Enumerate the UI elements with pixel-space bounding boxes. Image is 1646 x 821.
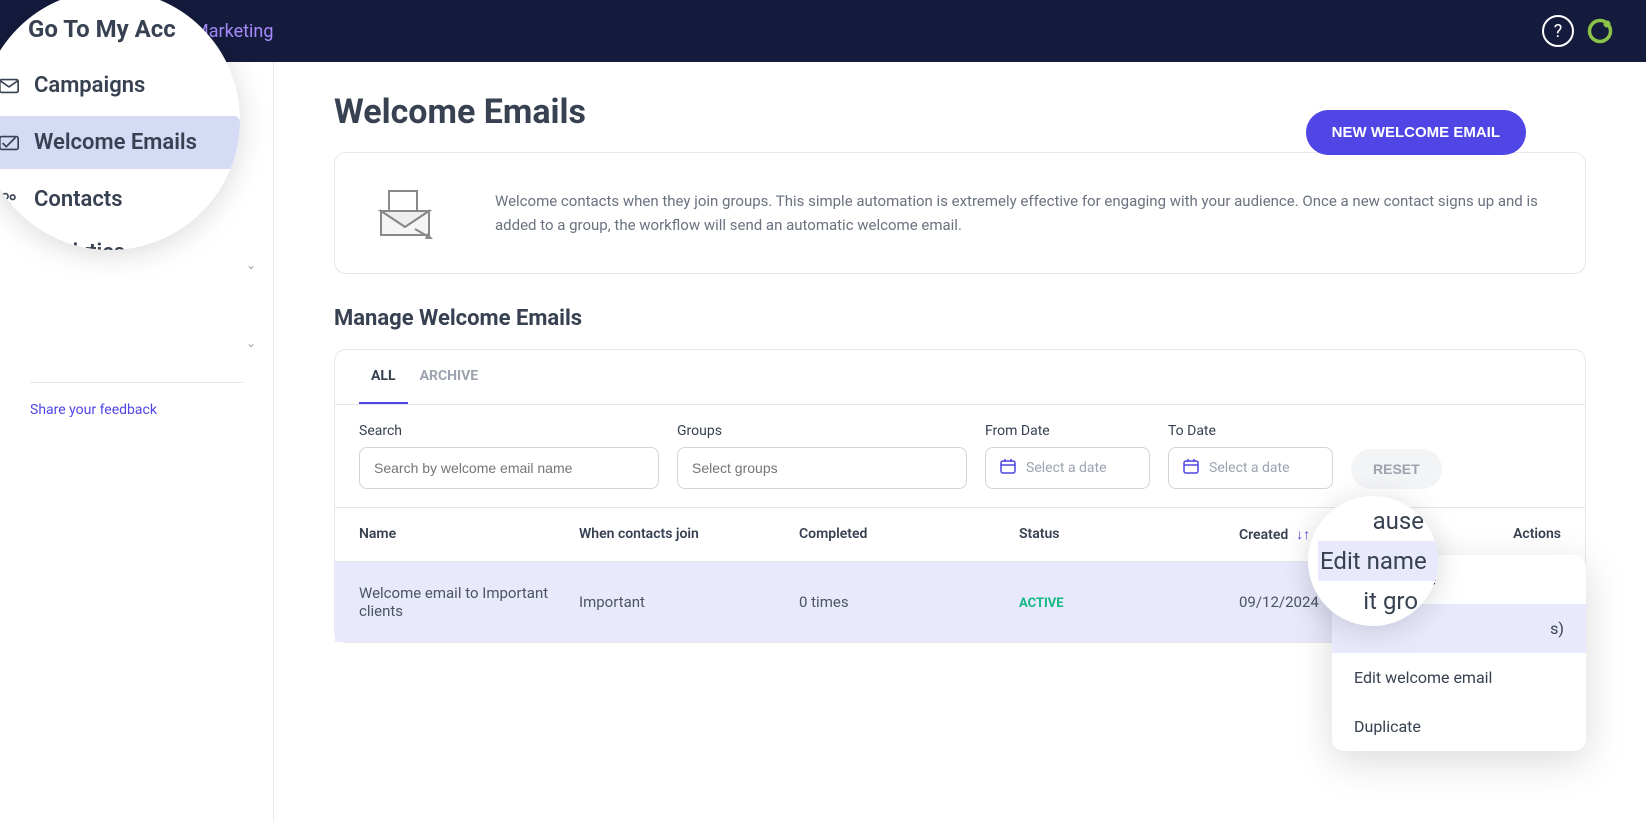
mag-back-label: Go To My Acc — [28, 15, 176, 43]
header-right: ? — [1542, 15, 1616, 47]
search-input[interactable] — [359, 447, 659, 489]
dropdown-edit-welcome-email[interactable]: Edit welcome email — [1332, 653, 1586, 702]
td-completed: 0 times — [799, 593, 1019, 611]
tab-archive[interactable]: ARCHIVE — [408, 350, 491, 404]
sidebar-item-label: Contacts — [34, 187, 123, 212]
new-welcome-email-button[interactable]: NEW WELCOME EMAIL — [1306, 110, 1526, 155]
section-title: Manage Welcome Emails — [334, 306, 1586, 331]
from-date-input[interactable]: Select a date — [985, 447, 1150, 489]
sidebar-item-label: Campaigns — [34, 73, 145, 98]
td-name: Welcome email to Important clients — [359, 584, 579, 620]
envelope-check-icon — [0, 132, 20, 154]
td-contacts-join: Important — [579, 593, 799, 611]
groups-filter-group: Groups — [677, 423, 967, 489]
to-date-input[interactable]: Select a date — [1168, 447, 1333, 489]
groups-select[interactable] — [677, 447, 967, 489]
divider — [30, 382, 243, 383]
to-date-placeholder: Select a date — [1209, 460, 1290, 476]
dropdown-duplicate[interactable]: Duplicate — [1332, 702, 1586, 751]
feedback-link[interactable]: Share your feedback — [30, 402, 157, 418]
search-filter-group: Search — [359, 423, 659, 489]
help-icon[interactable]: ? — [1542, 15, 1574, 47]
envelope-icon — [0, 75, 20, 97]
dropdown-magnifier: ause Edit name it gro — [1308, 496, 1438, 626]
th-actions: Actions — [1459, 526, 1561, 543]
th-created-label: Created — [1239, 527, 1288, 543]
chevron-down-icon[interactable]: ⌄ — [246, 258, 256, 272]
td-status: ACTIVE — [1019, 593, 1239, 611]
status-badge: ACTIVE — [1019, 596, 1064, 611]
calendar-icon — [1000, 458, 1016, 478]
to-date-filter-group: To Date Select a date — [1168, 423, 1333, 489]
envelope-send-icon — [375, 183, 435, 243]
brand-logo-icon — [1584, 15, 1616, 47]
search-label: Search — [359, 423, 659, 439]
tab-all[interactable]: ALL — [359, 350, 408, 404]
sidebar-item-welcome-emails[interactable]: Welcome Emails — [0, 116, 240, 169]
sidebar-item-label: Welcome Emails — [34, 130, 197, 155]
from-date-placeholder: Select a date — [1026, 460, 1107, 476]
info-card: Welcome contacts when they join groups. … — [334, 152, 1586, 274]
reset-button[interactable]: RESET — [1351, 449, 1442, 489]
tabs: ALL ARCHIVE — [335, 350, 1585, 405]
mag-edit-name: Edit name — [1318, 541, 1438, 581]
th-completed[interactable]: Completed — [799, 526, 1019, 543]
from-date-filter-group: From Date Select a date — [985, 423, 1150, 489]
sidebar-item-campaigns[interactable]: Campaigns — [0, 59, 240, 112]
info-text: Welcome contacts when they join groups. … — [495, 189, 1545, 237]
filters-row: Search Groups From Date Select a date — [335, 405, 1585, 507]
th-contacts-join[interactable]: When contacts join — [579, 526, 799, 543]
sort-icon: ↓↑ — [1296, 526, 1310, 543]
title-row: Welcome Emails NEW WELCOME EMAIL — [334, 92, 1586, 132]
chevron-down-icon[interactable]: ⌄ — [246, 336, 256, 350]
from-date-label: From Date — [985, 423, 1150, 439]
th-status[interactable]: Status — [1019, 526, 1239, 543]
th-name[interactable]: Name — [359, 526, 579, 543]
groups-label: Groups — [677, 423, 967, 439]
app-header: ail Marketing ? — [0, 0, 1646, 62]
calendar-icon — [1183, 458, 1199, 478]
to-date-label: To Date — [1168, 423, 1333, 439]
